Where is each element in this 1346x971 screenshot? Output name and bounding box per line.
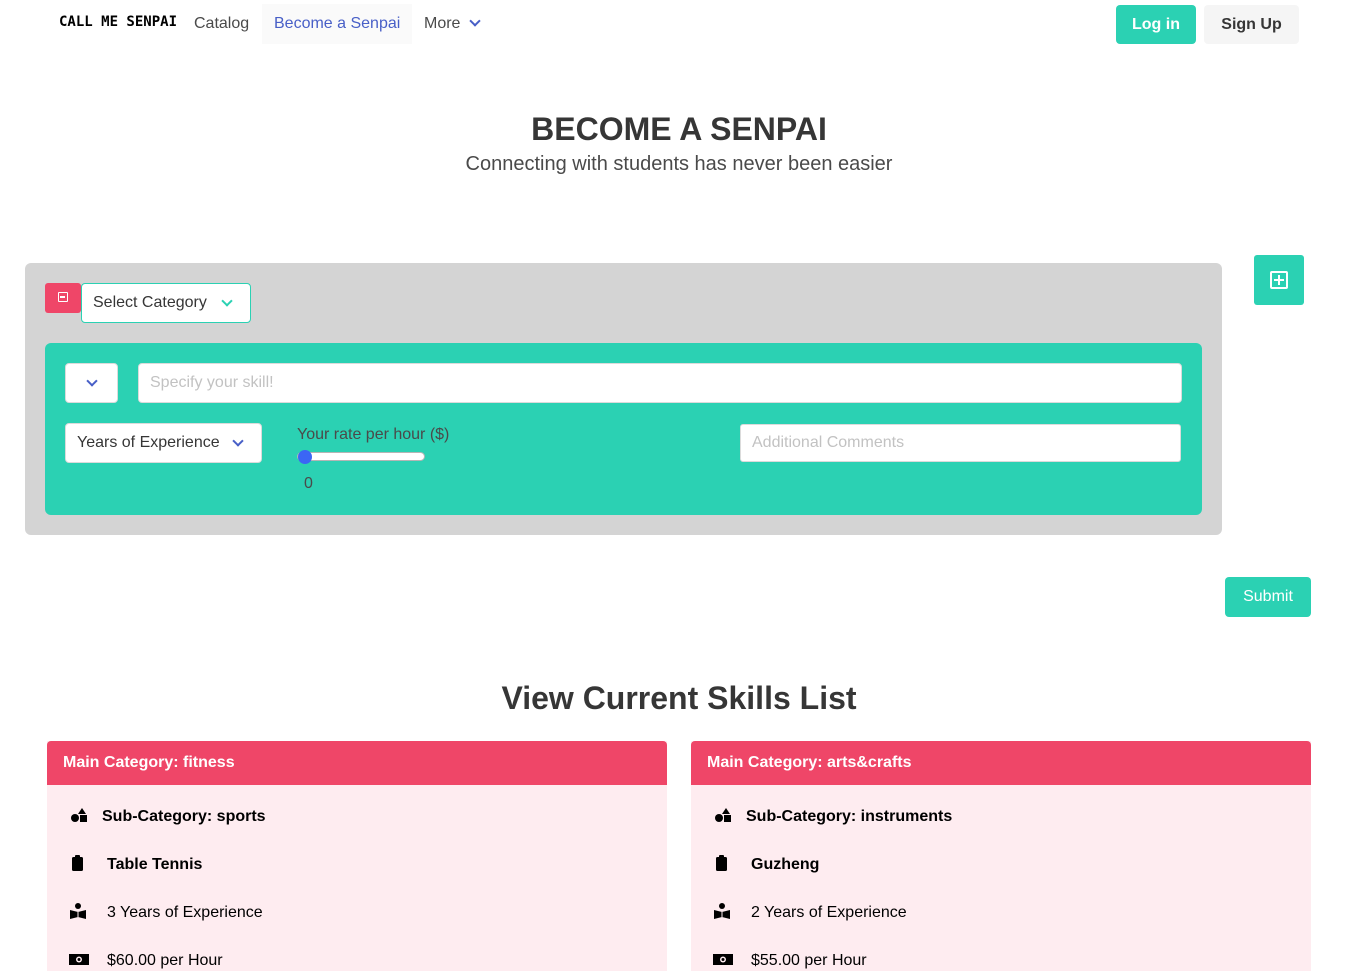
- nav-item-more[interactable]: More: [412, 4, 491, 44]
- plus-square-icon: [1270, 271, 1288, 289]
- skill-row: Table Tennis: [69, 854, 202, 875]
- chevron-down-icon: [221, 295, 233, 307]
- signup-button[interactable]: Sign Up: [1204, 5, 1299, 44]
- submit-button[interactable]: Submit: [1225, 577, 1311, 617]
- money-bill-icon: [713, 951, 733, 967]
- navbar: CALL ME SENPAI Catalog Become a Senpai M…: [0, 0, 1346, 48]
- category-select[interactable]: Select Category: [81, 283, 251, 323]
- skill-card: Main Category: fitness Sub-Category: spo…: [47, 741, 667, 971]
- nav-item-become-a-senpai[interactable]: Become a Senpai: [262, 4, 413, 44]
- rate-slider-handle[interactable]: [298, 450, 312, 464]
- money-bill-icon: [69, 951, 89, 967]
- book-reader-icon: [69, 902, 89, 919]
- rate-text: $60.00 per Hour: [107, 952, 223, 969]
- rate-row: $55.00 per Hour: [713, 951, 867, 971]
- nav-item-catalog[interactable]: Catalog: [182, 4, 261, 44]
- additional-comments-input[interactable]: [740, 424, 1181, 462]
- nav-more-label: More: [424, 15, 461, 32]
- card-header: Main Category: fitness: [47, 741, 667, 785]
- skill-row: Guzheng: [713, 854, 819, 875]
- skill-input[interactable]: [138, 363, 1182, 403]
- shapes-icon: [69, 807, 89, 823]
- skill-card: Main Category: arts&crafts Sub-Category:…: [691, 741, 1311, 971]
- minus-square-icon: [58, 292, 68, 302]
- subcategory-text: Sub-Category: sports: [102, 808, 266, 825]
- rate-slider[interactable]: [297, 452, 425, 461]
- experience-row: 3 Years of Experience: [69, 902, 263, 923]
- brand-logo[interactable]: CALL ME SENPAI: [59, 14, 177, 30]
- years-select-value: Years of Experience: [77, 434, 220, 451]
- login-button[interactable]: Log in: [1116, 5, 1196, 44]
- subcategory-text: Sub-Category: instruments: [746, 808, 953, 825]
- rate-row: $60.00 per Hour: [69, 951, 223, 971]
- add-skill-button[interactable]: [1254, 255, 1304, 305]
- experience-text: 3 Years of Experience: [107, 904, 263, 921]
- page-subtitle: Connecting with students has never been …: [465, 153, 893, 175]
- experience-row: 2 Years of Experience: [713, 902, 907, 923]
- skill-name: Guzheng: [751, 856, 820, 873]
- subcategory-select[interactable]: [65, 363, 118, 403]
- skill-name: Table Tennis: [107, 856, 203, 873]
- years-of-experience-select[interactable]: Years of Experience: [65, 423, 262, 463]
- category-select-value: Select Category: [93, 294, 207, 311]
- rate-value: 0: [304, 475, 313, 492]
- chevron-down-icon: [469, 15, 482, 27]
- skills-list-title: View Current Skills List: [501, 680, 857, 716]
- subcategory-row: Sub-Category: instruments: [713, 807, 952, 827]
- chevron-down-icon: [86, 375, 98, 387]
- book-reader-icon: [713, 902, 733, 919]
- shapes-icon: [713, 807, 733, 823]
- rate-label: Your rate per hour ($): [297, 426, 450, 443]
- experience-text: 2 Years of Experience: [751, 904, 907, 921]
- subcategory-row: Sub-Category: sports: [69, 807, 266, 827]
- chevron-down-icon: [232, 435, 244, 447]
- remove-skill-button[interactable]: [45, 283, 81, 313]
- rate-text: $55.00 per Hour: [751, 952, 867, 969]
- clipboard-icon: [69, 854, 89, 871]
- card-header: Main Category: arts&crafts: [691, 741, 1311, 785]
- page-title: BECOME A SENPAI: [531, 111, 827, 147]
- clipboard-icon: [713, 854, 733, 871]
